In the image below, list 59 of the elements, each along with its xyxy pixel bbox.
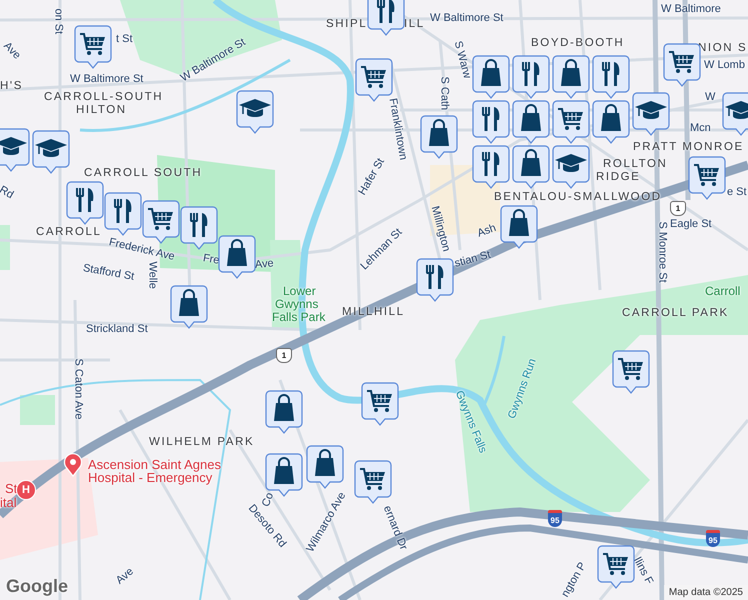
street-label: W Lomb — [704, 59, 745, 72]
neighborhood-label: HILTON — [76, 104, 127, 117]
neighborhood-label: BOYD-BOOTH — [531, 37, 624, 50]
place-label: St — [5, 482, 18, 495]
street-label: Millington — [428, 204, 452, 254]
neighborhood-label: ROLLTON — [603, 158, 668, 171]
neighborhood-label: H'S — [0, 80, 23, 93]
neighborhood-label: SHIPL — [326, 18, 368, 31]
neighborhood-label: CARROLL — [36, 226, 102, 239]
street-label: W — [705, 91, 716, 104]
street-label: Ave — [254, 257, 274, 272]
street-label: ernard Dr — [380, 504, 410, 552]
street-label: S Caton Ave — [72, 358, 84, 420]
street-label: S Warw — [450, 40, 474, 80]
street-label: S Cath — [438, 76, 450, 110]
map-logo: Google — [6, 576, 68, 597]
street-label: Welle — [146, 262, 158, 289]
park-area — [20, 395, 55, 425]
neighborhood-label: WILHELM PARK — [149, 436, 254, 449]
street-label: Mcn — [690, 122, 711, 135]
route-shield: 1 — [670, 201, 686, 216]
park-area — [0, 225, 10, 270]
street-label: Ave — [114, 565, 137, 588]
street-label: t St — [116, 33, 133, 46]
place-label: Ascension Saint Agnes — [88, 458, 221, 471]
street-label: Fre — [202, 252, 220, 268]
street-label: Ash — [476, 222, 498, 241]
neighborhood-label: RIDGE — [596, 171, 640, 184]
street-label: Frederick Ave — [108, 236, 176, 263]
neighborhood-label: CARROLL SOUTH — [84, 167, 202, 180]
street-label: S Monroe St — [656, 222, 668, 283]
park-label: Gwynns — [275, 298, 318, 311]
neighborhood-label: PRATT MONROE — [633, 141, 744, 154]
street-label: stian St — [453, 248, 492, 271]
neighborhood-label: BENTALOU-SMALLWOOD — [494, 191, 662, 204]
park-label: Lower — [283, 285, 316, 298]
street-label: W Baltimore St — [70, 73, 144, 86]
street-label: Stafford St — [82, 262, 136, 284]
neighborhood-label: ILL — [404, 18, 425, 31]
street-label: Strickland St — [86, 323, 148, 336]
place-label: Hospital - Emergency — [88, 471, 212, 484]
street-label: on St — [52, 8, 64, 34]
street-label: e St — [727, 186, 747, 199]
location-pin-icon[interactable] — [63, 453, 83, 477]
street-label: Ave — [0, 40, 23, 62]
route-shield: 1 — [276, 348, 292, 363]
interstate-shield: 95 — [548, 510, 562, 527]
park-label: Carroll — [705, 285, 740, 298]
interstate-shield: 95 — [706, 530, 720, 547]
park-label: Falls Park — [272, 311, 326, 324]
neighborhood-label: CARROLL PARK — [622, 307, 729, 320]
street-label: Co — [260, 491, 277, 508]
neighborhood-label: CARROLL-SOUTH — [44, 91, 164, 104]
street-label: Franklintown — [386, 97, 410, 162]
street-label: W Baltimore St — [430, 12, 504, 25]
street-label: W Baltimore — [661, 3, 721, 16]
street-label: Eagle St — [670, 218, 712, 231]
street-label: llins F — [630, 555, 656, 587]
neighborhood-label: MILLHILL — [342, 306, 405, 319]
